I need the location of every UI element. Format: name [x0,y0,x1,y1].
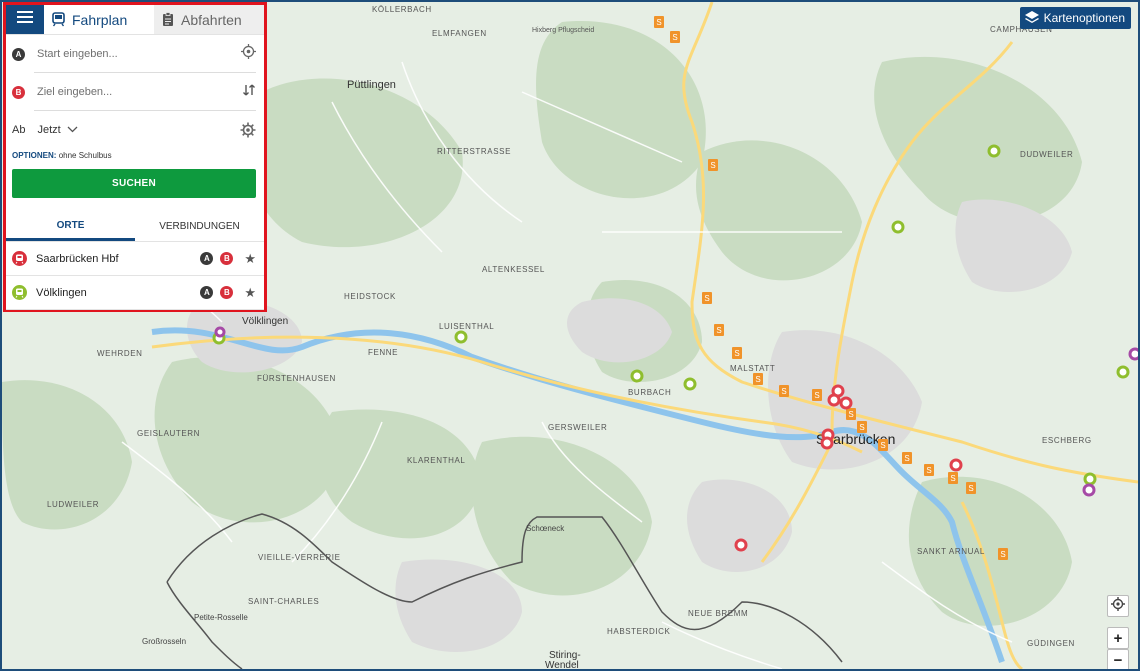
options-line[interactable]: OPTIONEN: ohne Schulbus [12,151,256,160]
label-furstenhausen: FÜRSTENHAUSEN [257,374,336,383]
tab-fahrplan[interactable]: Fahrplan [44,5,154,34]
start-input[interactable] [37,48,241,60]
panel-tabs: Fahrplan Abfahrten [6,5,264,35]
zoom-out-button[interactable]: − [1107,649,1129,669]
set-start-button[interactable]: A [200,252,214,265]
label-neue-bremm: NEUE BREMM [688,609,748,618]
label-elmfangen: ELMFANGEN [432,29,487,38]
map-frame: Püttlingen Völklingen Saarbrücken Stirin… [2,2,1138,669]
tab-abfahrten-label: Abfahrten [181,11,242,28]
label-luisenthal: LUISENTHAL [439,322,494,331]
label-puttlingen: Püttlingen [347,79,396,91]
set-ziel-button[interactable]: B [220,252,234,265]
sbahn-s-glyph: S [710,161,715,170]
label-ritterstrasse: RITTERSTRASSE [437,147,511,156]
star-icon[interactable]: ★ [244,285,256,301]
time-select[interactable]: Jetzt [37,124,78,136]
ziel-input[interactable] [37,86,242,98]
place-name: Völklingen [36,286,87,299]
start-badge: A [12,47,25,61]
layers-icon [1024,10,1040,26]
label-gudingen: GÜDINGEN [1027,639,1075,648]
label-hixberg: Hixberg Pflugscheid [532,27,594,34]
label-petite-rosselle: Petite-Rosselle [194,613,248,622]
sbahn-s-glyph: S [672,33,677,42]
label-saint-charles: SAINT-CHARLES [248,597,319,606]
hamburger-icon [17,10,33,29]
options-value: ohne Schulbus [58,151,112,160]
sbahn-s-glyph: S [704,294,709,303]
label-heidstock: HEIDSTOCK [344,292,396,301]
clipboard-icon [162,12,174,27]
chevron-down-icon [67,124,78,136]
locate-me-button[interactable] [1107,595,1129,617]
star-icon[interactable]: ★ [244,251,256,267]
sbahn-s-glyph: S [926,466,931,475]
time-prefix: Ab [12,124,26,136]
map-options-button[interactable]: Kartenoptionen [1019,7,1131,29]
label-eschberg: ESCHBERG [1042,436,1092,445]
time-row: Ab Jetzt [12,111,256,149]
label-wehrden: WEHRDEN [97,349,143,358]
tab-abfahrten[interactable]: Abfahrten [154,5,264,34]
label-malstatt: MALSTATT [730,364,775,373]
label-wendel: Wendel [545,660,579,669]
sbahn-s-glyph: S [656,18,661,27]
place-item-volklingen[interactable]: Völklingen A B ★ [6,276,264,310]
sbahn-s-glyph: S [968,484,973,493]
subtab-verbindungen[interactable]: VERBINDUNGEN [135,212,264,241]
menu-button[interactable] [6,5,44,34]
map-options-label: Kartenoptionen [1043,11,1125,25]
sbahn-s-glyph: S [716,326,721,335]
label-kollerbach: KÖLLERBACH [372,5,432,14]
ziel-row: B [12,73,256,111]
train-station-icon [12,285,27,300]
tab-fahrplan-label: Fahrplan [72,11,128,28]
place-item-saarbrucken-hbf[interactable]: Saarbrücken Hbf A B ★ [6,242,264,276]
swap-icon[interactable] [242,83,256,102]
label-dudweiler: DUDWEILER [1020,150,1073,159]
sbahn-s-glyph: S [880,441,885,450]
sbahn-s-glyph: S [734,349,739,358]
ziel-badge: B [12,85,25,99]
start-row: A [12,35,256,73]
time-value: Jetzt [37,124,61,136]
sbahn-s-glyph: S [755,375,760,384]
label-burbach: BURBACH [628,388,671,397]
crosshair-icon [1111,597,1125,615]
label-fenne: FENNE [368,348,398,357]
label-altenkessel: ALTENKESSEL [482,265,545,274]
label-schoeneck: Schœneck [526,524,565,533]
result-subtabs: ORTE VERBINDUNGEN [6,212,264,242]
journey-planner-panel: Fahrplan Abfahrten A B Ab [3,2,267,312]
label-gersweiler: GERSWEILER [548,423,607,432]
sbahn-s-glyph: S [848,410,853,419]
sbahn-s-glyph: S [781,387,786,396]
label-habsterdick: HABSTERDICK [607,627,671,636]
options-key: OPTIONEN: [12,151,57,160]
place-name: Saarbrücken Hbf [36,252,119,265]
label-grossrosseln: Großrosseln [142,637,186,646]
label-ludweiler: LUDWEILER [47,500,99,509]
sbahn-s-glyph: S [1000,550,1005,559]
subtab-orte[interactable]: ORTE [6,212,135,241]
label-sankt-arnual: SANKT ARNUAL [917,547,985,556]
label-klarenthal: KLARENTHAL [407,456,465,465]
sbahn-s-glyph: S [814,391,819,400]
set-ziel-button[interactable]: B [220,286,234,299]
sbahn-s-glyph: S [950,474,955,483]
label-vieille-verrerie: VIEILLE-VERRERIE [258,553,341,562]
search-button[interactable]: SUCHEN [12,169,256,198]
sbahn-s-glyph: S [904,454,909,463]
zoom-in-button[interactable]: + [1107,627,1129,649]
sbahn-s-glyph: S [859,423,864,432]
train-icon [52,12,65,27]
label-volklingen: Völklingen [242,316,288,327]
settings-gear-icon[interactable] [240,122,256,138]
train-station-icon [12,251,27,266]
location-target-icon[interactable] [241,44,256,64]
label-geislautern: GEISLAUTERN [137,429,200,438]
set-start-button[interactable]: A [200,286,214,299]
